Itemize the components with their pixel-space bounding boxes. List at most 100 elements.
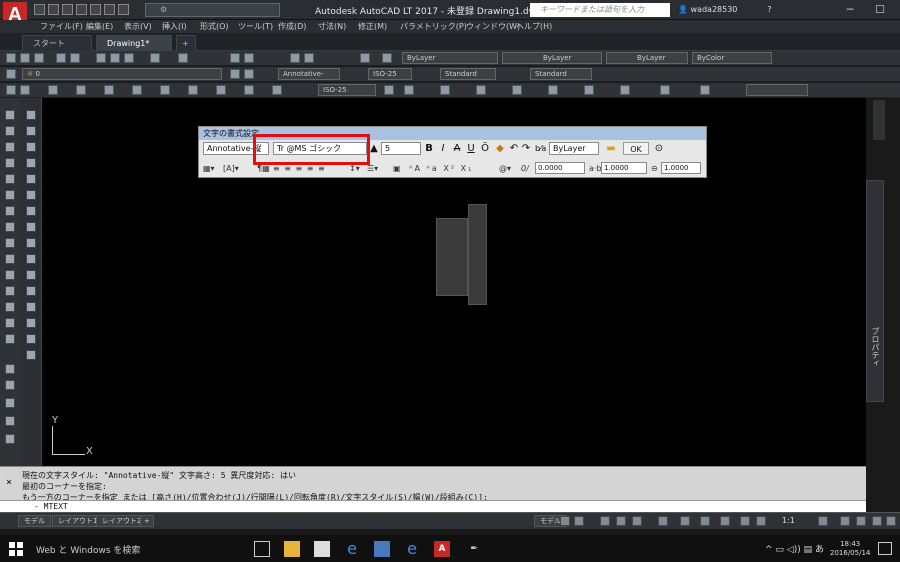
snap-icon[interactable] xyxy=(574,516,584,526)
options-icon[interactable]: ⊙ xyxy=(653,142,665,155)
radius-dim-icon[interactable] xyxy=(76,85,86,95)
extend-icon[interactable] xyxy=(26,190,36,200)
case-icons[interactable]: ᴬA ᴬa X² X₁ xyxy=(409,163,473,174)
fillet-icon[interactable] xyxy=(26,254,36,264)
saveas-icon[interactable] xyxy=(76,4,87,15)
polygon-icon[interactable] xyxy=(5,142,15,152)
save-icon[interactable] xyxy=(34,53,44,63)
open-icon[interactable] xyxy=(48,4,59,15)
undo-text-icon[interactable]: ↶ xyxy=(509,142,519,155)
otrack-icon[interactable] xyxy=(680,516,690,526)
windows-start-icon[interactable] xyxy=(8,541,24,557)
ok-button[interactable]: OK xyxy=(623,142,649,155)
osnap-icon[interactable] xyxy=(658,516,668,526)
linear-dim-icon[interactable] xyxy=(6,85,16,95)
point-icon[interactable] xyxy=(5,270,15,280)
copy-object-icon[interactable] xyxy=(5,416,15,426)
layer-combo[interactable]: ☼ 0 xyxy=(22,68,222,80)
lengthen-icon[interactable] xyxy=(26,318,36,328)
line-icon[interactable] xyxy=(5,110,15,120)
match-format-icon[interactable]: ◆ xyxy=(495,142,505,155)
table-icon[interactable] xyxy=(5,334,15,344)
help-icon[interactable]: ? xyxy=(767,5,771,14)
edge-icon[interactable]: e xyxy=(344,541,360,557)
insert-field-icon[interactable]: ▣ xyxy=(393,163,401,174)
dim-text-icon[interactable] xyxy=(272,85,282,95)
menu-window[interactable]: ウィンドウ(W) xyxy=(466,21,520,32)
block-icon[interactable] xyxy=(5,254,15,264)
design-center-icon[interactable] xyxy=(304,53,314,63)
spline-icon[interactable] xyxy=(5,222,15,232)
gradient-icon[interactable] xyxy=(5,302,15,312)
help-icon[interactable] xyxy=(382,53,392,63)
overline-button[interactable]: Ō xyxy=(479,142,491,155)
menu-parametric[interactable]: パラメトリック(P) xyxy=(400,21,467,32)
menu-draw[interactable]: 作成(D) xyxy=(278,21,306,32)
close-cmd-icon[interactable]: × xyxy=(6,477,12,488)
text-icon[interactable] xyxy=(5,380,15,390)
user-account[interactable]: 👤 wada28530? xyxy=(678,3,798,17)
orbit-icon[interactable] xyxy=(620,85,630,95)
add-layout-button[interactable]: + xyxy=(140,515,154,527)
move-icon[interactable] xyxy=(26,110,36,120)
menu-dimension[interactable]: 寸法(N) xyxy=(318,21,346,32)
lineweight-combo[interactable]: ByLayer xyxy=(606,52,688,64)
properties-icon[interactable] xyxy=(290,53,300,63)
layer-properties-icon[interactable] xyxy=(6,69,16,79)
new-icon[interactable] xyxy=(6,53,16,63)
ordinate-dim-icon[interactable] xyxy=(48,85,58,95)
polyline-icon[interactable] xyxy=(5,126,15,136)
mtext-editor-area[interactable] xyxy=(436,218,468,296)
workspace-gear-icon[interactable] xyxy=(818,516,828,526)
system-tray[interactable]: ^ ▭ ◁)) ▤ あ xyxy=(765,542,824,555)
columns-icon[interactable]: ▦▾ xyxy=(203,163,215,174)
tab-drawing1[interactable]: Drawing1* xyxy=(96,35,172,51)
plot-icon[interactable] xyxy=(90,4,101,15)
menu-help[interactable]: ヘルプ(H) xyxy=(516,21,552,32)
rotate-icon[interactable] xyxy=(26,126,36,136)
task-view-icon[interactable] xyxy=(254,541,270,557)
scale-icon[interactable] xyxy=(26,142,36,152)
menu-tools[interactable]: ツール(T) xyxy=(238,21,273,32)
dim-style-combo-2[interactable]: ISO-25 xyxy=(318,84,376,96)
undo-icon[interactable] xyxy=(150,53,160,63)
command-input[interactable]: - MTEXT xyxy=(0,500,866,512)
save-icon[interactable] xyxy=(62,4,73,15)
app-task-icon[interactable]: ✒ xyxy=(466,541,482,557)
open-icon[interactable] xyxy=(20,53,30,63)
zoom-icon[interactable] xyxy=(244,53,254,63)
dim-style-combo[interactable]: ISO-25 xyxy=(368,68,412,80)
zoom-extents-icon[interactable] xyxy=(584,85,594,95)
copy-icon[interactable] xyxy=(110,53,120,63)
text-color-select[interactable]: ByLayer xyxy=(549,142,599,155)
circle-icon[interactable] xyxy=(5,190,15,200)
mleader-style-combo[interactable]: Standard xyxy=(530,68,592,80)
stack-icon[interactable]: b⁄a xyxy=(535,142,546,155)
chamfer-icon[interactable] xyxy=(26,238,36,248)
tab-add-button[interactable]: + xyxy=(176,35,196,51)
aligned-dim-icon[interactable] xyxy=(20,85,30,95)
pan-icon[interactable] xyxy=(230,53,240,63)
tolerance-icon[interactable] xyxy=(160,85,170,95)
ellipse-icon[interactable] xyxy=(5,238,15,248)
align-icon[interactable] xyxy=(26,350,36,360)
annotation-monitor-icon[interactable] xyxy=(840,516,850,526)
ruler-icon[interactable]: ▬ xyxy=(603,142,619,155)
color-combo[interactable]: ByLayer xyxy=(402,52,498,64)
redo-text-icon[interactable]: ↷ xyxy=(521,142,531,155)
calculator-icon[interactable] xyxy=(360,53,370,63)
layer-previous-icon[interactable] xyxy=(244,69,254,79)
annotation-icon[interactable] xyxy=(740,516,750,526)
ucs-world-icon[interactable] xyxy=(440,85,450,95)
notification-icon[interactable] xyxy=(878,542,892,555)
bold-button[interactable]: B xyxy=(423,142,435,155)
mtext-justify-icon[interactable]: [A]▾ xyxy=(223,163,239,174)
pedit-icon[interactable] xyxy=(26,334,36,344)
mtext-ruler[interactable] xyxy=(468,204,487,305)
new-icon[interactable] xyxy=(34,4,45,15)
center-mark-icon[interactable] xyxy=(188,85,198,95)
right-palette-strip[interactable] xyxy=(873,100,885,140)
region-icon[interactable] xyxy=(5,318,15,328)
menu-insert[interactable]: 挿入(I) xyxy=(162,21,187,32)
store-icon[interactable] xyxy=(314,541,330,557)
